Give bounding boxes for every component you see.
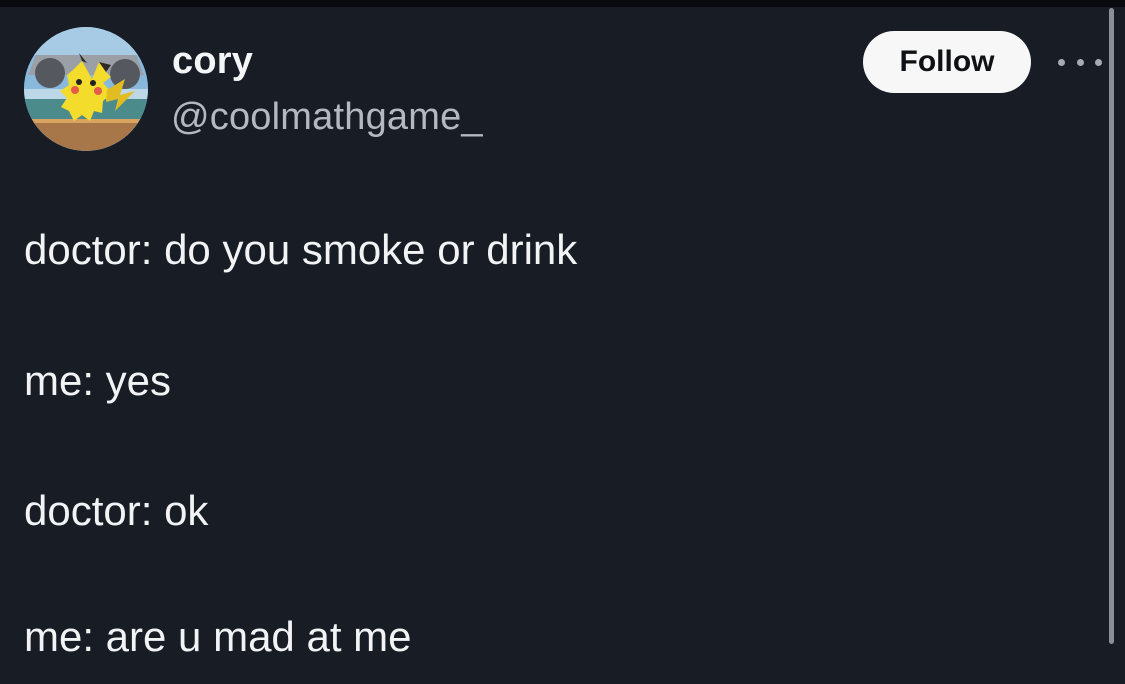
more-options-icon: [1095, 58, 1102, 66]
tweet-screenshot: cory @coolmathgame_ Follow doctor: do yo…: [0, 0, 1125, 684]
tweet-line: doctor: do you smoke or drink: [24, 226, 578, 273]
pikachu-avatar-icon: [24, 27, 148, 151]
tweet-line: doctor: ok: [24, 487, 209, 534]
profile-avatar[interactable]: [24, 27, 148, 151]
tweet-line: me: yes: [24, 357, 172, 404]
top-edge: [0, 0, 1125, 7]
vertical-scrollbar[interactable]: [1109, 8, 1114, 644]
more-options-button[interactable]: [1058, 52, 1102, 72]
more-options-icon: [1058, 58, 1065, 66]
author-handle[interactable]: @coolmathgame_: [171, 96, 483, 139]
follow-button[interactable]: Follow: [863, 31, 1031, 93]
more-options-icon: [1076, 58, 1084, 66]
author-name[interactable]: cory: [172, 40, 253, 83]
tweet-line: me: are u mad at me: [24, 613, 412, 660]
